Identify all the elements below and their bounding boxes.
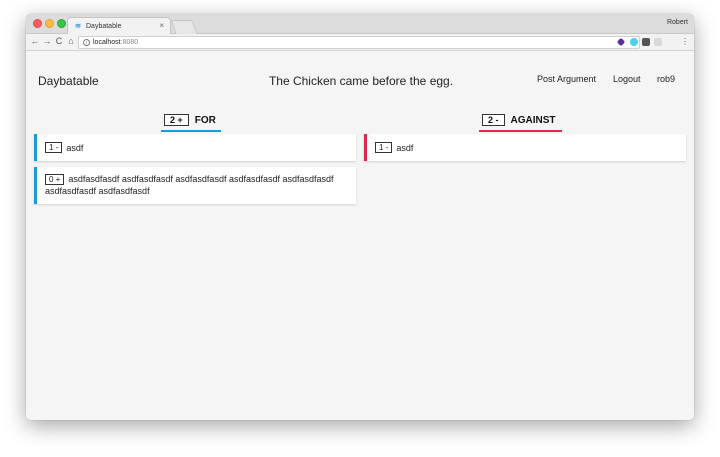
title-bar: ≋ Daybatable × Robert	[26, 14, 694, 35]
browser-tab[interactable]: ≋ Daybatable ×	[67, 17, 171, 35]
for-score: 2 +	[164, 114, 189, 126]
against-underline	[479, 130, 562, 132]
url-port: :8080	[120, 39, 139, 46]
tab-close-icon[interactable]: ×	[159, 21, 164, 30]
info-icon[interactable]: i	[83, 39, 90, 46]
argument-card-against[interactable]: 1 - asdf	[364, 134, 686, 161]
argument-card-for[interactable]: 0 + asdfasdfasdf asdfasdfasdf asdfasdfasd…	[34, 167, 356, 204]
tab-title: Daybatable	[86, 23, 122, 30]
for-column-header: 2 + FOR	[164, 114, 216, 126]
extension-circle-icon[interactable]	[630, 38, 638, 46]
logout-link[interactable]: Logout	[613, 74, 641, 84]
argument-text: asdfasdfasdf asdfasdfasdf asdfasdfasdf a…	[45, 174, 334, 196]
url-host: localhost	[93, 39, 121, 46]
vote-button[interactable]: 1 -	[375, 142, 393, 153]
argument-text: asdf	[66, 142, 84, 153]
app-brand[interactable]: Daybatable	[38, 74, 99, 88]
reload-icon[interactable]: C	[54, 36, 64, 46]
for-underline	[161, 130, 221, 132]
post-argument-link[interactable]: Post Argument	[537, 74, 596, 84]
pocket-icon[interactable]	[642, 38, 650, 46]
argument-text: asdf	[396, 142, 414, 153]
back-arrow-icon[interactable]: ←	[30, 36, 40, 46]
vote-button[interactable]: 0 +	[45, 174, 65, 185]
against-label: AGAINST	[510, 114, 556, 126]
new-tab-button[interactable]	[170, 20, 198, 34]
home-icon[interactable]: ⌂	[66, 36, 76, 46]
forward-arrow-icon[interactable]: →	[42, 36, 52, 46]
username-link[interactable]: rob9	[657, 74, 675, 84]
profile-name[interactable]: Robert	[667, 19, 688, 26]
close-window-button[interactable]	[33, 19, 42, 28]
against-column-header: 2 - AGAINST	[482, 114, 556, 126]
debate-topic: The Chicken came before the egg.	[268, 74, 454, 88]
extension-grey-icon[interactable]	[654, 38, 662, 46]
favicon-icon: ≋	[75, 22, 81, 30]
against-score: 2 -	[482, 114, 505, 126]
browser-menu-icon[interactable]: ⋮	[681, 37, 689, 46]
zoom-window-button[interactable]	[57, 19, 66, 28]
browser-toolbar: ← → C ⌂ i localhost :8080 ⌕ ⋮	[26, 34, 694, 51]
for-label: FOR	[194, 114, 216, 126]
argument-card-for[interactable]: 1 - asdf	[34, 134, 356, 161]
vote-button[interactable]: 1 -	[45, 142, 63, 153]
address-bar[interactable]: i localhost :8080 ⌕	[78, 36, 640, 49]
app-content: Daybatable The Chicken came before the e…	[26, 52, 694, 420]
minimize-window-button[interactable]	[45, 19, 54, 28]
browser-window: ≋ Daybatable × Robert ← → C ⌂ i localhos…	[26, 14, 694, 420]
